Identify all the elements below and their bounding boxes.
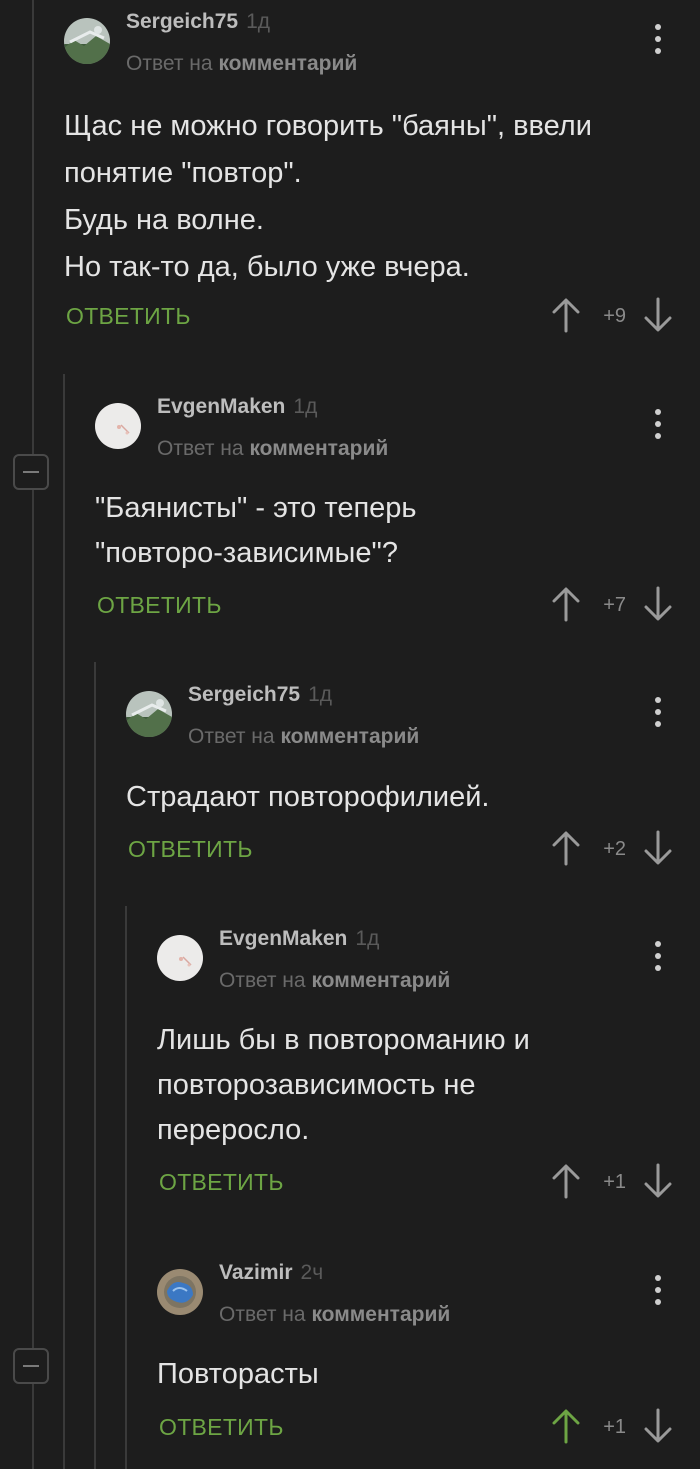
comment-actions: ОТВЕТИТЬ +1 [159,1408,700,1448]
comment-body: Щас не можно говорить "баяны", ввели пон… [64,103,660,291]
upvote-arrow-icon[interactable] [552,1408,580,1444]
reply-to-link[interactable]: комментарий [311,1303,450,1326]
reply-button[interactable]: ОТВЕТИТЬ [159,1414,284,1441]
comment: Sergeich75 1д Ответ на комментарий Страда… [126,673,700,893]
avatar[interactable] [157,1269,203,1315]
rating-count: +1 [603,1171,626,1193]
upvote-arrow-icon[interactable] [552,1163,580,1199]
more-options-icon[interactable] [652,941,664,971]
comment-actions: ОТВЕТИТЬ +1 [159,1163,700,1203]
reply-to-link[interactable]: комментарий [311,969,450,992]
white-avatar-icon [157,935,203,981]
reply-button[interactable]: ОТВЕТИТЬ [66,303,191,330]
comment-time: 1д [355,927,380,950]
comment-body: "Баянисты" - это теперь "повторо-зависим… [95,486,450,576]
reply-to-link[interactable]: комментарий [249,437,388,460]
username[interactable]: Sergeich75 1д [188,683,332,707]
reply-button[interactable]: ОТВЕТИТЬ [159,1169,284,1196]
comment: Vazimir 2ч Ответ на комментарий Повтораст… [157,1251,700,1469]
thread-line [125,906,127,1469]
reply-to: Ответ на комментарий [219,969,451,992]
comment-body: Повторасты [157,1351,660,1398]
minus-icon [23,1365,39,1367]
avatar[interactable] [157,935,203,981]
reply-to-link[interactable]: комментарий [280,725,419,748]
upvote-arrow-icon[interactable] [552,586,580,622]
comment-body: Страдают повторофилией. [126,774,660,821]
collapse-thread-button[interactable] [13,454,49,490]
downvote-arrow-icon[interactable] [644,297,672,333]
avatar[interactable] [126,691,172,737]
comment: Sergeich75 1д Ответ на комментарий Щас не… [64,0,700,350]
comment-text-line: Будь на волне. [64,204,264,236]
landscape-avatar-icon [64,18,110,64]
upvote-arrow-icon[interactable] [552,297,580,333]
reply-button[interactable]: ОТВЕТИТЬ [97,592,222,619]
upvote-arrow-icon[interactable] [552,830,580,866]
more-options-icon[interactable] [652,1275,664,1305]
avatar[interactable] [95,403,141,449]
comment-text-line: Повторасты [157,1358,319,1390]
comment: EvgenMaken 1д Ответ на комментарий Лишь б… [157,917,700,1217]
comment-text-line: Щас не можно говорить "баяны", ввели пон… [64,110,592,189]
thread-line [32,0,34,1469]
reply-to: Ответ на комментарий [157,437,389,460]
reply-to: Ответ на комментарий [126,52,358,75]
rating-count: +9 [603,305,626,327]
comment-time: 2ч [300,1261,324,1284]
comment-time: 1д [293,395,318,418]
more-options-icon[interactable] [652,409,664,439]
username[interactable]: EvgenMaken 1д [157,395,317,419]
comment-actions: ОТВЕТИТЬ +2 [128,830,700,870]
more-options-icon[interactable] [652,24,664,54]
comment-actions: ОТВЕТИТЬ +7 [97,586,700,626]
more-options-icon[interactable] [652,697,664,727]
minus-icon [23,471,39,473]
comment-text-line: Но так-то да, было уже вчера. [64,251,470,283]
blue-avatar-icon [157,1269,203,1315]
thread-line [94,662,96,1469]
comment-text-line: Лишь бы в повтороманию и повторозависимо… [157,1024,530,1146]
reply-to: Ответ на комментарий [219,1303,451,1326]
rating-count: +7 [603,594,626,616]
comment-body: Лишь бы в повтороманию и повторозависимо… [157,1018,550,1153]
reply-button[interactable]: ОТВЕТИТЬ [128,836,253,863]
comment-text-line: "Баянисты" - это теперь "повторо-зависим… [95,492,417,569]
white-avatar-icon [95,403,141,449]
comment-text-line: Страдают повторофилией. [126,781,490,813]
downvote-arrow-icon[interactable] [644,1163,672,1199]
username[interactable]: Sergeich75 1д [126,10,270,34]
reply-to: Ответ на комментарий [188,725,420,748]
landscape-avatar-icon [126,691,172,737]
reply-to-link[interactable]: комментарий [218,52,357,75]
comment-time: 1д [246,10,271,33]
comment-actions: ОТВЕТИТЬ +9 [66,297,700,337]
comment-time: 1д [308,683,333,706]
collapse-thread-button[interactable] [13,1348,49,1384]
comment: EvgenMaken 1д Ответ на комментарий "Баяни… [95,385,700,645]
username[interactable]: Vazimir 2ч [219,1261,323,1285]
rating-count: +1 [603,1416,626,1438]
downvote-arrow-icon[interactable] [644,1408,672,1444]
avatar[interactable] [64,18,110,64]
downvote-arrow-icon[interactable] [644,586,672,622]
username[interactable]: EvgenMaken 1д [219,927,379,951]
thread-line [63,374,65,1469]
downvote-arrow-icon[interactable] [644,830,672,866]
rating-count: +2 [603,838,626,860]
